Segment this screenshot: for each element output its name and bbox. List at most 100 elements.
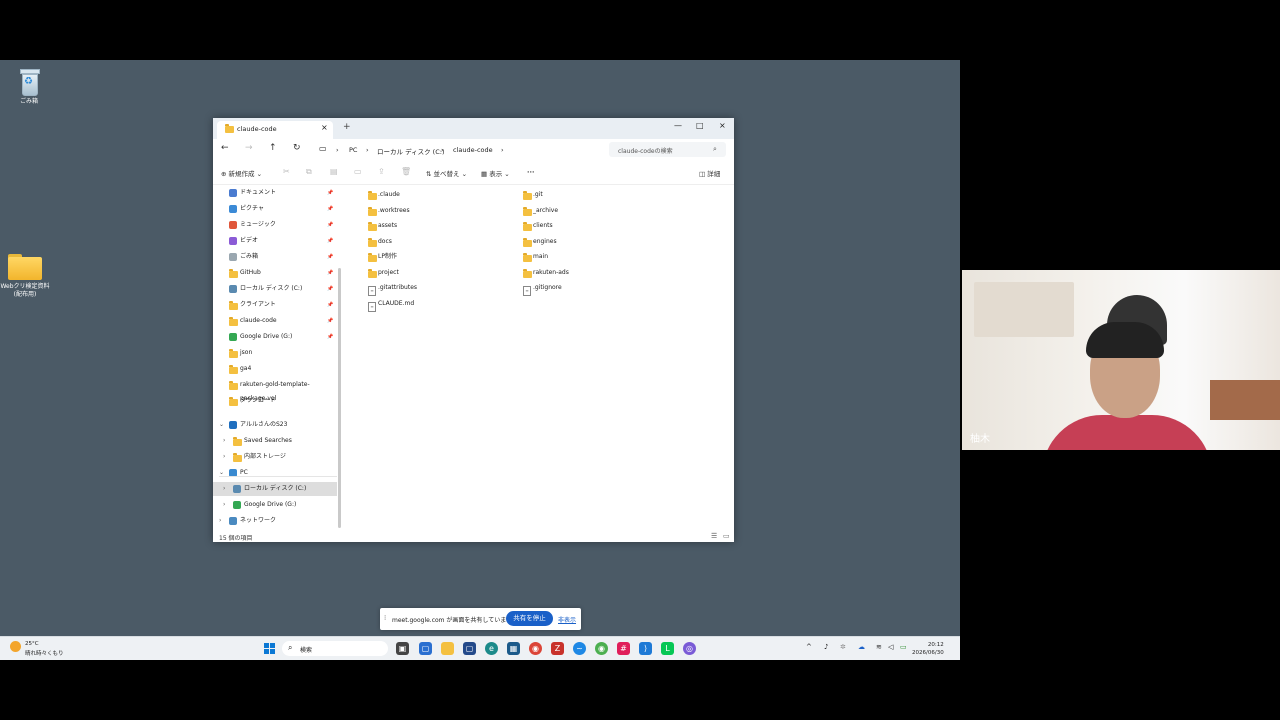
file-item[interactable]: ≡ .gitignore [523, 281, 663, 296]
folder-item[interactable]: .git [523, 188, 663, 202]
battery-icon[interactable]: ▭ [900, 643, 907, 651]
tree-item[interactable]: › ネットワーク [213, 514, 337, 528]
folder-item[interactable]: project [368, 266, 508, 280]
app-icon[interactable]: ◎ [683, 642, 696, 655]
forward-button[interactable]: → [245, 143, 253, 153]
line-icon[interactable]: L [661, 642, 674, 655]
tiles-view-icon[interactable]: ▭ [723, 532, 730, 540]
desktop-folder[interactable]: Webクリ検定資料(配布用) [0, 254, 50, 299]
pin-icon[interactable]: 📌 [327, 234, 333, 248]
share-icon[interactable]: ⇪ [378, 167, 385, 176]
sidebar-item[interactable]: ダウンロード [213, 394, 337, 408]
volume-icon[interactable]: ◁ [888, 643, 893, 651]
wifi-icon[interactable]: ≋ [876, 643, 882, 651]
chevron-right-icon[interactable]: › [223, 498, 225, 512]
pin-icon[interactable]: 📌 [327, 202, 333, 216]
app-icon[interactable]: ▢ [463, 642, 476, 655]
folder-item[interactable]: engines [523, 235, 663, 249]
sidebar-scrollbar[interactable] [338, 268, 341, 528]
drag-handle-icon[interactable]: ⁞ [384, 614, 386, 622]
sidebar-item[interactable]: ローカル ディスク (C:) 📌 [213, 282, 337, 296]
refresh-button[interactable]: ↻ [293, 143, 301, 153]
folder-item[interactable]: LP制作 [368, 250, 508, 264]
vscode-icon[interactable]: ⟩ [639, 642, 652, 655]
slack-icon[interactable]: # [617, 642, 630, 655]
app-tray-icon[interactable]: ✲ [840, 643, 846, 651]
pin-icon[interactable]: 📌 [327, 298, 333, 312]
folder-item[interactable]: assets [368, 219, 508, 233]
new-tab-button[interactable]: + [343, 122, 351, 132]
pin-icon[interactable]: 📌 [327, 186, 333, 200]
chevron-down-icon[interactable]: ⌄ [219, 466, 224, 480]
breadcrumb-claude-code[interactable]: claude-code [453, 146, 493, 154]
delete-icon[interactable]: 🗑 [401, 167, 411, 176]
search-box[interactable]: claude-codeの検索 ⌕ [609, 142, 726, 157]
chrome-icon[interactable]: ◉ [529, 642, 542, 655]
pin-icon[interactable]: 📌 [327, 250, 333, 264]
stop-sharing-button[interactable]: 共有を停止 [506, 611, 553, 626]
sidebar-item[interactable]: ピクチャ 📌 [213, 202, 337, 216]
address-bar[interactable]: ▭ › PC › ローカル ディスク (C:) › claude-code › [313, 142, 603, 157]
folder-item[interactable]: docs [368, 235, 508, 249]
taskbar-search[interactable]: ⌕ 検索 [282, 641, 388, 656]
folder-item[interactable]: .claude [368, 188, 508, 202]
sidebar-item[interactable]: ドキュメント 📌 [213, 186, 337, 200]
chevron-down-icon[interactable]: ⌄ [219, 418, 224, 432]
hide-button[interactable]: 非表示 [558, 615, 576, 624]
chevron-right-icon[interactable]: › [223, 450, 225, 464]
folder-item[interactable]: rakuten-ads [523, 266, 663, 280]
cut-icon[interactable]: ✂ [283, 167, 290, 176]
file-item[interactable]: ≡ CLAUDE.md [368, 297, 508, 312]
clock[interactable]: 20:12 2026/06/30 [912, 641, 944, 657]
sidebar-item[interactable]: json [213, 346, 337, 360]
app-icon[interactable]: ▢ [419, 642, 432, 655]
pin-icon[interactable]: 📌 [327, 314, 333, 328]
tree-item[interactable]: ⌄ アルルさんのS23 [213, 418, 337, 432]
onedrive-icon[interactable]: ☁ [858, 643, 865, 651]
minimize-button[interactable]: — [674, 121, 682, 130]
desktop-recycle-bin[interactable]: ♻ ごみ箱 [4, 66, 54, 106]
details-button[interactable]: ◫ 詳細 [699, 168, 720, 178]
maximize-button[interactable]: □ [696, 121, 704, 130]
folder-item[interactable]: _archive [523, 204, 663, 218]
sidebar-item[interactable]: クライアント 📌 [213, 298, 337, 312]
sidebar-item[interactable]: ミュージック 📌 [213, 218, 337, 232]
file-explorer-taskbar-icon[interactable] [441, 642, 454, 655]
windows-start-icon[interactable] [264, 643, 275, 654]
sidebar-item[interactable]: rakuten-gold-template-package-vol [213, 378, 337, 402]
rename-icon[interactable]: ▭ [354, 167, 362, 176]
task-view-icon[interactable]: ▣ [396, 642, 409, 655]
sidebar-item[interactable]: ごみ箱 📌 [213, 250, 337, 264]
copy-icon[interactable]: ⧉ [306, 167, 312, 177]
sidebar-item[interactable]: claude-code 📌 [213, 314, 337, 328]
file-item[interactable]: ≡ .gitattributes [368, 281, 508, 296]
tree-item[interactable]: › Google Drive (G:) [213, 498, 337, 512]
sidebar-item[interactable]: GitHub 📌 [213, 266, 337, 280]
store-icon[interactable]: ▦ [507, 642, 520, 655]
more-button[interactable]: ··· [527, 168, 534, 176]
chrome-profile-icon[interactable]: ◉ [595, 642, 608, 655]
chevron-right-icon[interactable]: › [223, 482, 225, 496]
pin-icon[interactable]: 📌 [327, 282, 333, 296]
tab-close-icon[interactable]: × [321, 123, 328, 132]
tree-item[interactable]: ⌄ PC [213, 466, 337, 480]
close-button[interactable]: × [719, 121, 726, 130]
chevron-right-icon[interactable]: › [219, 514, 221, 528]
folder-item[interactable]: .worktrees [368, 204, 508, 218]
folder-item[interactable]: main [523, 250, 663, 264]
sidebar-item[interactable]: ビデオ 📌 [213, 234, 337, 248]
tree-item[interactable]: › 内部ストレージ [213, 450, 337, 464]
microphone-icon[interactable]: ♪ [824, 643, 828, 651]
sidebar-item[interactable]: ga4 [213, 362, 337, 376]
sidebar-item[interactable]: Google Drive (G:) 📌 [213, 330, 337, 344]
up-button[interactable]: ↑ [269, 143, 277, 153]
edge-icon[interactable]: e [485, 642, 498, 655]
filezilla-icon[interactable]: Z [551, 642, 564, 655]
back-button[interactable]: ← [221, 143, 229, 153]
messenger-icon[interactable]: ~ [573, 642, 586, 655]
tree-item[interactable]: › Saved Searches [213, 434, 337, 448]
breadcrumb-pc[interactable]: PC [349, 146, 357, 154]
new-button[interactable]: ⊕ 新規作成 ⌄ [221, 168, 262, 178]
pin-icon[interactable]: 📌 [327, 266, 333, 280]
view-button[interactable]: ▦ 表示 ⌄ [481, 168, 510, 178]
